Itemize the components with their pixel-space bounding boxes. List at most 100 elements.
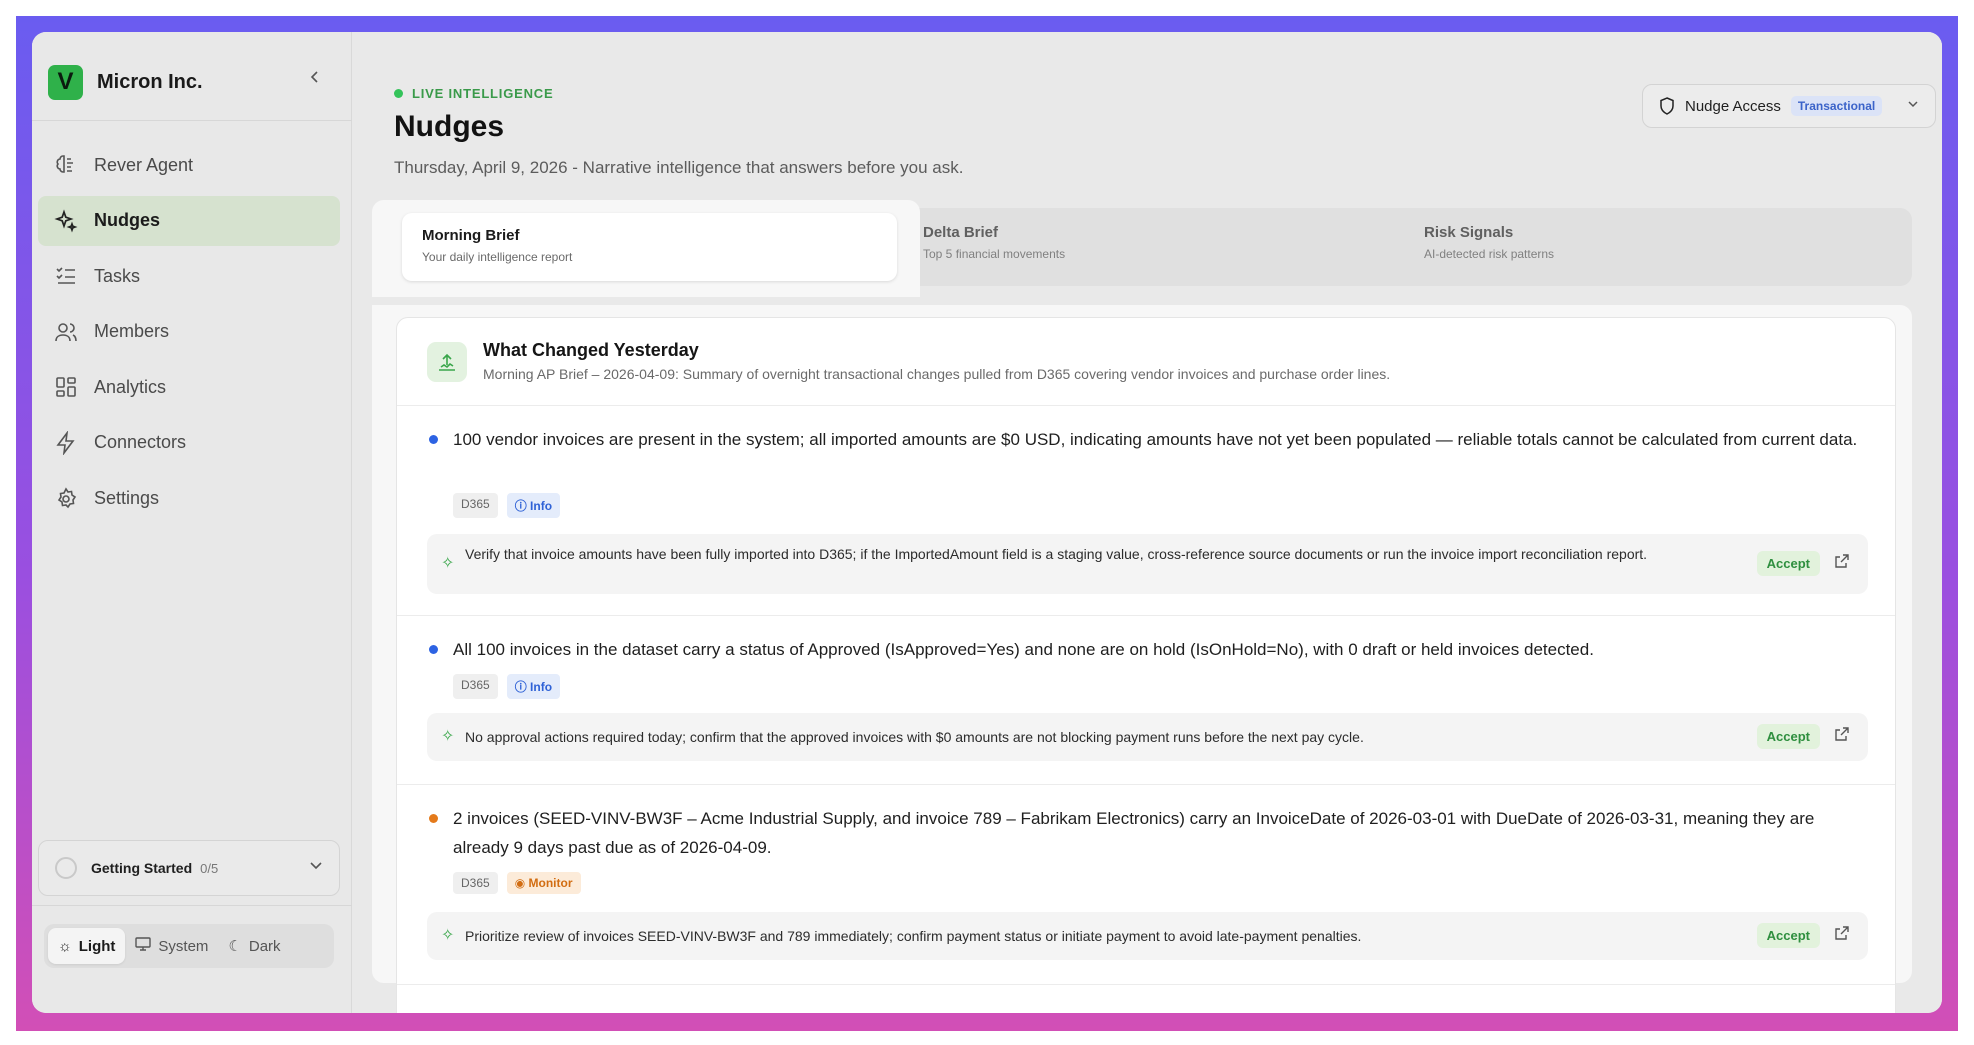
sidebar-item-label: Connectors: [94, 432, 187, 453]
tab-delta-brief[interactable]: Delta Brief Top 5 financial movements: [923, 224, 1065, 261]
list-item: 2 invoices (SEED-VINV-BW3F – Acme Indust…: [397, 785, 1895, 985]
tags: D365 ⓘ Info: [453, 674, 561, 699]
source-tag: D365: [453, 674, 498, 699]
list-checks-icon: [56, 267, 75, 284]
sidebar-item-rever-agent[interactable]: Rever Agent: [38, 140, 340, 190]
theme-toggle: ☼ Light System ☾ Dark: [44, 924, 334, 968]
sidebar-item-label: Nudges: [94, 210, 161, 231]
live-indicator: LIVE INTELLIGENCE: [394, 86, 553, 101]
getting-started-count: 0/5: [200, 860, 219, 876]
theme-system-label: System: [158, 937, 209, 955]
monitor-dot-icon: [429, 814, 438, 823]
info-icon: ⓘ: [514, 680, 531, 694]
theme-dark-label: Dark: [248, 937, 281, 955]
chevron-left-icon[interactable]: [308, 70, 322, 89]
theme-system-button[interactable]: System: [125, 928, 218, 964]
sun-icon: ☼: [58, 937, 72, 955]
brief-panel: What Changed Yesterday Morning AP Brief …: [372, 305, 1912, 1013]
external-link-icon[interactable]: [1834, 726, 1850, 747]
sidebar-item-label: Settings: [94, 488, 160, 509]
moon-icon: ☾: [228, 938, 242, 955]
info-icon: ⓘ: [514, 499, 531, 513]
action-text: Verify that invoice amounts have been fu…: [465, 546, 1648, 562]
getting-started-label: Getting Started: [91, 860, 193, 876]
recommended-action: ✧ No approval actions required today; co…: [427, 713, 1868, 761]
info-badge: ⓘ Info: [506, 493, 561, 518]
access-level-badge: Transactional: [1790, 96, 1883, 116]
nudge-access-label: Nudge Access: [1685, 97, 1781, 115]
brand-name: Micron Inc.: [97, 70, 203, 93]
grid-icon: [56, 377, 76, 398]
recommended-action: ✧ Prioritize review of invoices SEED-VIN…: [427, 912, 1868, 960]
sparkles-icon: ✧: [441, 927, 455, 944]
bolt-icon: [56, 430, 75, 455]
live-label: LIVE INTELLIGENCE: [412, 86, 554, 101]
chevron-down-icon[interactable]: [309, 858, 323, 875]
sidebar-item-tasks[interactable]: Tasks: [38, 251, 340, 301]
sidebar-item-settings[interactable]: Settings: [38, 474, 340, 524]
live-dot-icon: [394, 89, 403, 98]
sidebar: V Micron Inc. Rever Agent Nudges Tasks M…: [32, 32, 352, 1013]
theme-light-button[interactable]: ☼ Light: [48, 928, 126, 964]
monitor-badge-label: Monitor: [528, 876, 573, 890]
info-badge-label: Info: [530, 499, 553, 513]
sidebar-divider: [32, 120, 352, 121]
app-window: V Micron Inc. Rever Agent Nudges Tasks M…: [32, 32, 1942, 1013]
monitor-icon: [135, 937, 152, 955]
theme-dark-button[interactable]: ☾ Dark: [218, 928, 290, 964]
users-icon: [55, 322, 77, 341]
sidebar-nav: Rever Agent Nudges Tasks Members Analyti…: [38, 140, 340, 529]
theme-light-label: Light: [78, 937, 116, 955]
external-link-icon[interactable]: [1834, 925, 1850, 946]
info-dot-icon: [429, 645, 438, 654]
page-title: Nudges: [394, 110, 505, 143]
external-link-icon[interactable]: [1834, 553, 1850, 574]
getting-started-panel[interactable]: Getting Started 0/5: [38, 840, 340, 896]
sidebar-item-label: Rever Agent: [94, 154, 194, 175]
list-item: All 100 invoices in the dataset carry a …: [397, 616, 1895, 785]
active-tab-wrap: Morning Brief Your daily intelligence re…: [372, 200, 920, 297]
nudge-access-dropdown[interactable]: Nudge Access Transactional: [1642, 84, 1936, 128]
tab-title: Delta Brief: [923, 224, 999, 241]
accept-button[interactable]: Accept: [1756, 551, 1820, 576]
sidebar-divider: [32, 905, 352, 906]
nudge-text: All 100 invoices in the dataset carry a …: [453, 640, 1594, 659]
source-tag: D365: [453, 493, 498, 518]
brain-icon: [56, 155, 73, 173]
brand: V Micron Inc.: [48, 64, 336, 100]
sparkles-icon: [54, 208, 78, 233]
what-changed-card: What Changed Yesterday Morning AP Brief …: [396, 317, 1896, 1013]
tab-desc: Your daily intelligence report: [422, 250, 573, 264]
card-subtitle: Morning AP Brief – 2026-04-09: Summary o…: [483, 366, 1391, 382]
info-badge: ⓘ Info: [506, 674, 561, 699]
tags: D365 ⓘ Info: [453, 493, 561, 518]
tab-morning-brief[interactable]: Morning Brief Your daily intelligence re…: [402, 213, 897, 281]
card-header: What Changed Yesterday Morning AP Brief …: [397, 318, 1895, 406]
tab-desc: AI-detected risk patterns: [1424, 247, 1555, 261]
sidebar-item-label: Members: [94, 321, 170, 342]
accept-button[interactable]: Accept: [1756, 724, 1820, 749]
tab-desc: Top 5 financial movements: [923, 247, 1066, 261]
tab-title: Morning Brief: [422, 227, 520, 244]
sidebar-item-nudges[interactable]: Nudges: [38, 195, 340, 246]
gear-icon: [57, 486, 77, 508]
sidebar-item-connectors[interactable]: Connectors: [38, 418, 340, 468]
nudge-text: 100 vendor invoices are present in the s…: [453, 430, 1858, 449]
eye-icon: ◉: [514, 876, 529, 890]
brief-tabs: Morning Brief Your daily intelligence re…: [372, 200, 1912, 297]
sparkles-icon: ✧: [441, 728, 455, 745]
sidebar-item-members[interactable]: Members: [38, 307, 340, 357]
chevron-down-icon: [1907, 98, 1919, 113]
sparkles-icon: ✧: [441, 555, 455, 572]
brand-logo: V: [48, 64, 83, 100]
monitor-badge: ◉ Monitor: [506, 872, 581, 894]
accept-button[interactable]: Accept: [1756, 923, 1820, 948]
tab-risk-signals[interactable]: Risk Signals AI-detected risk patterns: [1424, 224, 1554, 261]
nudge-text: 2 invoices (SEED-VINV-BW3F – Acme Indust…: [453, 809, 1815, 857]
upload-chart-icon: [427, 342, 467, 382]
list-item: 100 vendor invoices are present in the s…: [397, 406, 1895, 616]
sidebar-item-analytics[interactable]: Analytics: [38, 362, 340, 412]
progress-ring-icon: [55, 857, 77, 879]
sidebar-item-label: Tasks: [94, 265, 141, 286]
info-dot-icon: [429, 435, 438, 444]
